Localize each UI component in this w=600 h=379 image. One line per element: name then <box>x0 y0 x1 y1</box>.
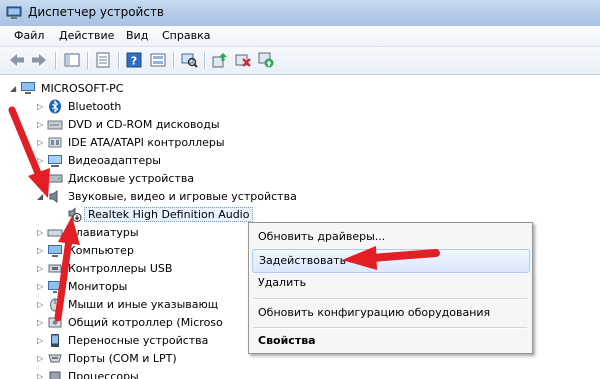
tree-item-monitors[interactable]: ▷ Мониторы <box>37 278 277 296</box>
menu-view[interactable]: Вид <box>126 29 148 42</box>
tree-item-ide[interactable]: ▷ IDE ATA/ATAPI контроллеры <box>37 134 277 152</box>
ide-controller-icon <box>48 137 62 148</box>
disk-drive-icon <box>47 174 63 183</box>
sound-device-icon <box>49 190 58 203</box>
menu-item-update-drivers[interactable]: Обновить драйверы... <box>252 226 528 248</box>
collapse-arrow-icon[interactable]: ◢ <box>10 84 18 93</box>
tree-item-bluetooth[interactable]: ▷ Bluetooth <box>37 98 277 116</box>
tree-item-usb[interactable]: ▷ Контроллеры USB <box>37 260 277 278</box>
window-title: Диспетчер устройств <box>28 5 165 19</box>
usb-controller-icon <box>48 264 62 273</box>
tree-item-mice[interactable]: ▷ Мыши и иные указывающ <box>37 296 247 314</box>
menu-action[interactable]: Действие <box>59 29 114 42</box>
selected-device-label: Realtek High Definition Audio <box>84 207 254 222</box>
tree-root[interactable]: ◢ MICROSOFT-PC <box>10 80 210 98</box>
menu-bar: Файл Действие Вид Справка <box>0 26 600 47</box>
menu-item-uninstall[interactable]: Удалить <box>252 272 528 294</box>
port-icon <box>48 354 62 363</box>
tree-item-realtek-audio[interactable]: Realtek High Definition Audio <box>56 206 276 224</box>
bluetooth-icon <box>49 99 61 114</box>
back-arrow-icon[interactable] <box>8 51 26 69</box>
disabled-device-icon <box>68 207 82 222</box>
expand-arrow-icon[interactable]: ▷ <box>37 102 45 111</box>
scan-hardware-icon[interactable] <box>180 51 198 69</box>
expand-arrow-icon[interactable]: ▷ <box>37 264 45 273</box>
tree-item-video[interactable]: ▷ Видеоадаптеры <box>37 152 277 170</box>
tree-root-label: MICROSOFT-PC <box>41 82 124 95</box>
portable-device-icon <box>51 334 59 347</box>
monitor-icon <box>48 281 62 293</box>
properties-icon[interactable] <box>94 51 112 69</box>
expand-arrow-icon[interactable]: ▷ <box>37 282 45 291</box>
tree-item-computer[interactable]: ▷ Компьютер <box>37 242 277 260</box>
expand-arrow-icon[interactable]: ▷ <box>37 120 45 129</box>
title-bar: Диспетчер устройств <box>0 0 600 27</box>
expand-arrow-icon[interactable]: ▷ <box>37 246 45 255</box>
generic-controller-icon <box>48 317 62 328</box>
menu-separator <box>253 327 527 329</box>
computer-icon <box>21 82 35 94</box>
expand-arrow-icon[interactable]: ▷ <box>37 354 45 363</box>
forward-arrow-icon[interactable] <box>30 51 48 69</box>
display-adapter-icon <box>48 155 62 167</box>
dvd-drive-icon <box>47 120 63 130</box>
tree-item-disks[interactable]: ▷ Дисковые устройства <box>37 170 277 188</box>
mouse-icon <box>50 298 60 312</box>
menu-item-scan-hardware[interactable]: Обновить конфигурацию оборудования <box>252 302 528 324</box>
tree-item-portable[interactable]: ▷ Переносные устройства <box>37 332 277 350</box>
expand-arrow-icon[interactable]: ▷ <box>37 174 45 183</box>
expand-arrow-icon[interactable]: ▷ <box>37 228 45 237</box>
tree-item-dvd[interactable]: ▷ DVD и CD-ROM дисководы <box>37 116 277 134</box>
help-icon[interactable]: ? <box>125 51 143 69</box>
expand-arrow-icon[interactable]: ▷ <box>37 336 45 345</box>
console-tree-icon[interactable] <box>63 51 81 69</box>
expand-arrow-icon[interactable]: ▷ <box>37 372 45 379</box>
expand-arrow-icon[interactable]: ▷ <box>37 138 45 147</box>
tree-item-sound[interactable]: ◢ Звуковые, видео и игровые устройства <box>37 188 337 206</box>
computer-icon <box>48 245 62 257</box>
update-driver-icon[interactable] <box>211 51 229 69</box>
svg-text:?: ? <box>131 55 137 68</box>
show-hidden-icon[interactable] <box>149 51 167 69</box>
expand-arrow-icon[interactable]: ▷ <box>37 300 45 309</box>
collapse-arrow-icon[interactable]: ◢ <box>37 192 45 201</box>
toolbar: ? <box>0 47 600 75</box>
menu-separator <box>253 298 527 300</box>
expand-arrow-icon[interactable]: ▷ <box>37 156 45 165</box>
menu-item-enable[interactable]: Задействовать <box>252 249 530 273</box>
menu-help[interactable]: Справка <box>162 29 210 42</box>
processor-icon <box>49 371 61 379</box>
context-menu: Обновить драйверы... Задействовать Удали… <box>248 222 533 354</box>
menu-file[interactable]: Файл <box>14 29 44 42</box>
keyboard-icon <box>47 229 63 237</box>
device-manager-icon <box>6 6 22 19</box>
tree-item-generic-controller[interactable]: ▷ Общий котроллер (Microso <box>37 314 247 332</box>
tree-item-ports[interactable]: ▷ Порты (COM и LPT) <box>37 350 277 368</box>
tree-item-keyboards[interactable]: ▷ Клавиатуры <box>37 224 277 242</box>
expand-arrow-icon[interactable]: ▷ <box>37 318 45 327</box>
menu-item-properties[interactable]: Свойства <box>252 330 528 352</box>
tree-item-processors[interactable]: ▷ Процессоры <box>37 368 277 379</box>
enable-device-icon[interactable] <box>257 51 275 69</box>
disable-device-icon[interactable] <box>234 51 252 69</box>
